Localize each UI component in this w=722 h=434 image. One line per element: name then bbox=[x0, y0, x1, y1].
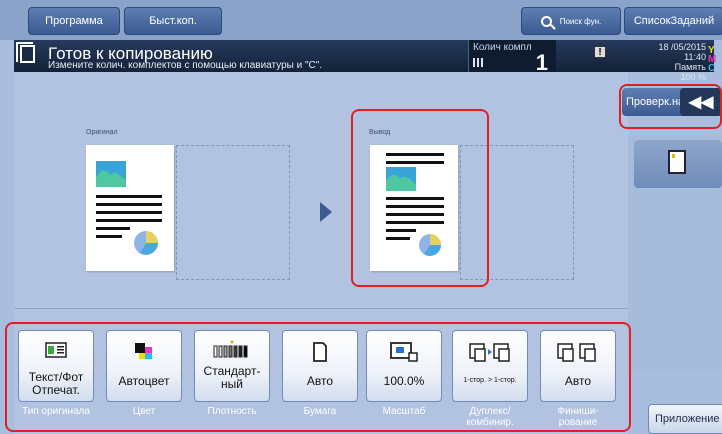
output-highlight-frame bbox=[351, 109, 489, 287]
original-label: Оригинал bbox=[86, 129, 118, 136]
search-icon bbox=[540, 15, 552, 27]
date-time: 18 /05/2015 11:40 Память 100 % bbox=[634, 42, 706, 82]
program-button[interactable]: Программа bbox=[28, 7, 120, 35]
memory-value: 100 % bbox=[680, 72, 706, 82]
top-bar: Программа Быст.коп. Поиск фун. СписокЗад… bbox=[0, 0, 722, 40]
applications-button[interactable]: Приложение bbox=[648, 404, 722, 434]
original-frame bbox=[176, 145, 290, 280]
toner-c: C bbox=[708, 63, 716, 74]
document-preview-icon bbox=[96, 161, 162, 255]
applications-button-label: Приложение bbox=[655, 413, 720, 425]
original-page-thumbnail[interactable] bbox=[86, 145, 174, 271]
program-button-label: Программа bbox=[45, 15, 103, 27]
copies-count[interactable]: Колич компл 1 bbox=[468, 40, 556, 75]
quick-copy-button-label: Быст.коп. bbox=[149, 15, 197, 27]
date: 18 /05/2015 bbox=[658, 42, 706, 52]
copies-label: Колич компл bbox=[473, 42, 532, 53]
memory-label: Память bbox=[674, 62, 706, 72]
toner-levels: Y M C bbox=[708, 46, 716, 74]
status-bar: Готов к копированию Измените колич. комп… bbox=[14, 40, 716, 82]
job-list-button-label: СписокЗаданий bbox=[633, 15, 715, 27]
quick-copy-button[interactable]: Быст.коп. bbox=[124, 7, 222, 35]
page-icon bbox=[668, 150, 686, 174]
warning-icon[interactable]: ! bbox=[594, 46, 606, 58]
arrow-right-icon bbox=[320, 202, 332, 222]
preview-divider bbox=[14, 308, 628, 309]
check-settings-highlight-frame bbox=[619, 84, 722, 129]
status-message: Измените колич. комплектов с помощью кла… bbox=[48, 60, 323, 71]
time: 11:40 bbox=[684, 52, 706, 62]
job-list-button[interactable]: СписокЗаданий bbox=[624, 7, 722, 35]
keypad-icon bbox=[473, 58, 483, 67]
function-row-highlight-frame bbox=[5, 322, 631, 432]
search-button-label: Поиск фун. bbox=[559, 16, 602, 26]
copy-document-icon bbox=[16, 42, 35, 63]
search-button[interactable]: Поиск фун. bbox=[521, 7, 621, 35]
